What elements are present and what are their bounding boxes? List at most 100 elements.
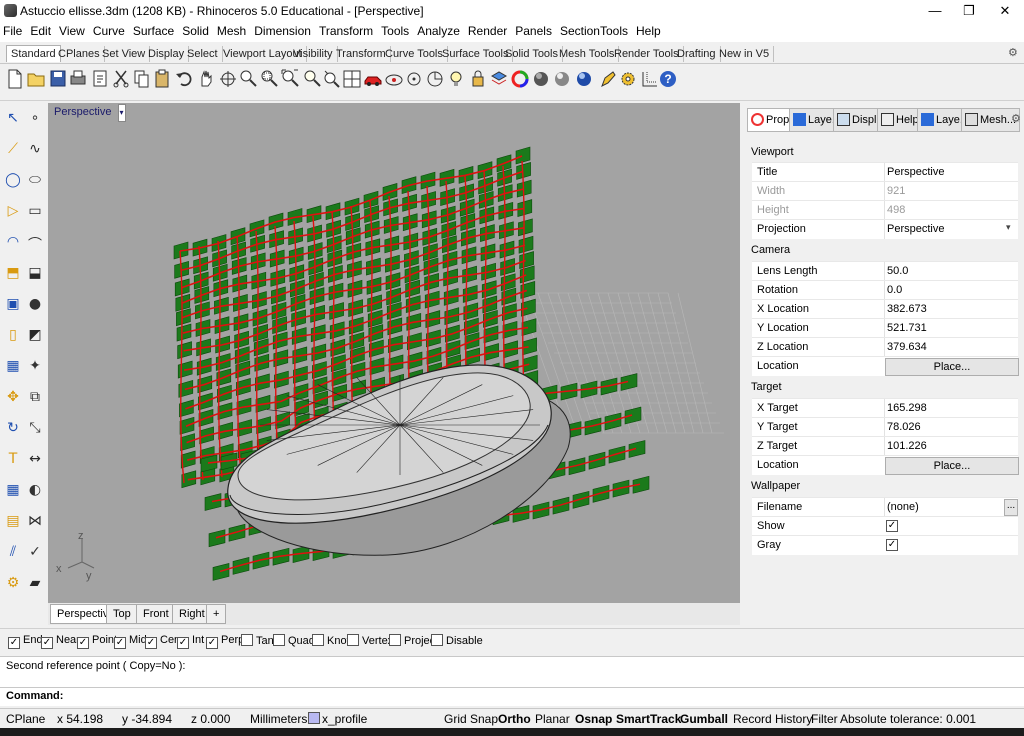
- z-target-input[interactable]: 101.226: [884, 437, 1018, 456]
- car-icon[interactable]: [363, 68, 383, 90]
- light-bulb-icon[interactable]: [446, 68, 466, 90]
- polyline-icon[interactable]: ⟋: [3, 141, 23, 161]
- toolbar-settings-icon[interactable]: ⚙: [1008, 46, 1018, 59]
- point-icon[interactable]: ∘: [25, 110, 45, 130]
- grid-icon[interactable]: [640, 68, 660, 90]
- array-icon[interactable]: ▦: [3, 482, 23, 502]
- tab-standard[interactable]: Standard: [6, 45, 61, 62]
- points-on-icon[interactable]: [404, 68, 424, 90]
- tab-visibility[interactable]: Visibility: [289, 46, 338, 62]
- osnap-checkbox[interactable]: [273, 634, 285, 646]
- circle-icon[interactable]: ◯: [3, 172, 23, 192]
- projection-select[interactable]: Perspective: [884, 220, 1018, 239]
- filter-button[interactable]: Filter: [811, 712, 838, 726]
- mirror-icon[interactable]: ⫽: [3, 544, 23, 564]
- osnap-checkbox[interactable]: ✓: [8, 637, 20, 649]
- menu-help[interactable]: Help: [633, 22, 666, 38]
- panel-tab-help[interactable]: Help: [877, 108, 923, 132]
- shaded-sphere-icon[interactable]: [531, 68, 551, 90]
- osnap-checkbox[interactable]: [312, 634, 324, 646]
- rotate-view-icon[interactable]: [218, 68, 238, 90]
- extrude-icon[interactable]: ⬒: [3, 265, 23, 285]
- tab-solid-tools[interactable]: Solid Tools: [501, 46, 563, 62]
- viewport-tab-top[interactable]: Top: [106, 604, 138, 624]
- undo-icon[interactable]: [174, 68, 194, 90]
- osnap-disable[interactable]: Disable: [431, 634, 483, 647]
- zoom-target-icon[interactable]: [322, 68, 342, 90]
- lock-icon[interactable]: [468, 68, 488, 90]
- open-file-icon[interactable]: [26, 68, 46, 90]
- layer-tool-icon[interactable]: ▰: [25, 575, 45, 595]
- osnap-point[interactable]: ✓ Point: [77, 634, 117, 649]
- four-viewports-icon[interactable]: [342, 68, 362, 90]
- osnap-near[interactable]: ✓ Near: [41, 634, 80, 649]
- camera-place-button[interactable]: Place...: [885, 358, 1019, 376]
- x-location-input[interactable]: 382.673: [884, 300, 1018, 319]
- current-layer[interactable]: x_profile: [308, 712, 367, 726]
- cplane-label[interactable]: CPlane: [6, 712, 45, 726]
- join-icon[interactable]: ⋈: [25, 513, 45, 533]
- command-input[interactable]: [54, 689, 1004, 703]
- y-location-input[interactable]: 521.731: [884, 319, 1018, 338]
- surface-patch-icon[interactable]: ◩: [25, 327, 45, 347]
- copy-icon[interactable]: [131, 68, 151, 90]
- show-checkbox[interactable]: ✓: [886, 520, 898, 532]
- save-icon[interactable]: [48, 68, 68, 90]
- rendered-sphere-icon[interactable]: [552, 68, 572, 90]
- chevron-down-icon[interactable]: ▾: [1006, 222, 1011, 233]
- help-icon[interactable]: ?: [658, 68, 678, 90]
- osnap-checkbox[interactable]: [389, 634, 401, 646]
- osnap-checkbox[interactable]: [431, 634, 443, 646]
- tab-drafting[interactable]: Drafting: [673, 46, 721, 62]
- cut-icon[interactable]: [111, 68, 131, 90]
- record-history-toggle[interactable]: Record History: [733, 712, 812, 726]
- osnap-quad[interactable]: Quad: [273, 634, 315, 647]
- menu-sectiontools[interactable]: SectionTools: [557, 22, 633, 38]
- menu-surface[interactable]: Surface: [130, 22, 179, 38]
- menu-analyze[interactable]: Analyze: [414, 22, 465, 38]
- osnap-checkbox[interactable]: ✓: [114, 637, 126, 649]
- settings-gear-icon[interactable]: [618, 68, 638, 90]
- zoom-selected-icon[interactable]: [302, 68, 322, 90]
- rotation-input[interactable]: 0.0: [884, 281, 1018, 300]
- osnap-end[interactable]: ✓ End: [8, 634, 43, 649]
- osnap-checkbox[interactable]: ✓: [206, 637, 218, 649]
- lock-view-icon[interactable]: [384, 68, 404, 90]
- z-location-input[interactable]: 379.634: [884, 338, 1018, 357]
- zoom-extents-icon[interactable]: [280, 68, 300, 90]
- menu-curve[interactable]: Curve: [90, 22, 130, 38]
- scale-object-icon[interactable]: ⤡: [25, 420, 45, 440]
- grid-snap-toggle[interactable]: Grid Snap: [444, 712, 498, 726]
- menu-edit[interactable]: Edit: [27, 22, 56, 38]
- rotate-object-icon[interactable]: ↻: [3, 420, 23, 440]
- osnap-vertex[interactable]: Vertex: [347, 634, 393, 647]
- menu-solid[interactable]: Solid: [179, 22, 214, 38]
- panel-settings-icon[interactable]: ⚙: [1011, 112, 1021, 125]
- minimize-button[interactable]: —: [918, 0, 952, 22]
- x-target-input[interactable]: 165.298: [884, 399, 1018, 418]
- viewport-tab-front[interactable]: Front: [136, 604, 176, 624]
- browse-button[interactable]: ...: [1004, 499, 1018, 516]
- pan-icon[interactable]: [196, 68, 216, 90]
- menu-render[interactable]: Render: [465, 22, 512, 38]
- osnap-cen[interactable]: ✓ Cen: [145, 634, 180, 649]
- text-object-icon[interactable]: T: [3, 451, 23, 471]
- sphere-icon[interactable]: ●: [25, 296, 45, 316]
- gray-checkbox[interactable]: ✓: [886, 539, 898, 551]
- menu-file[interactable]: File: [0, 22, 27, 38]
- select-arrow-icon[interactable]: ↖: [3, 110, 23, 130]
- menu-tools[interactable]: Tools: [378, 22, 414, 38]
- cylinder-icon[interactable]: ▯: [3, 327, 23, 347]
- gear-tool-icon[interactable]: ⚙: [3, 575, 23, 595]
- polygon-icon[interactable]: ▷: [3, 203, 23, 223]
- pen-tool-icon[interactable]: [598, 68, 618, 90]
- target-place-button[interactable]: Place...: [885, 457, 1019, 475]
- viewport-title-label[interactable]: Perspective ▾: [50, 104, 130, 122]
- viewport-menu-arrow-icon[interactable]: ▾: [117, 104, 126, 122]
- osnap-checkbox[interactable]: ✓: [41, 637, 53, 649]
- zoom-window-icon[interactable]: [259, 68, 279, 90]
- osnap-toggle[interactable]: Osnap: [575, 712, 612, 726]
- menu-mesh[interactable]: Mesh: [214, 22, 251, 38]
- ellipse-icon[interactable]: ⬭: [25, 172, 45, 192]
- menu-panels[interactable]: Panels: [512, 22, 557, 38]
